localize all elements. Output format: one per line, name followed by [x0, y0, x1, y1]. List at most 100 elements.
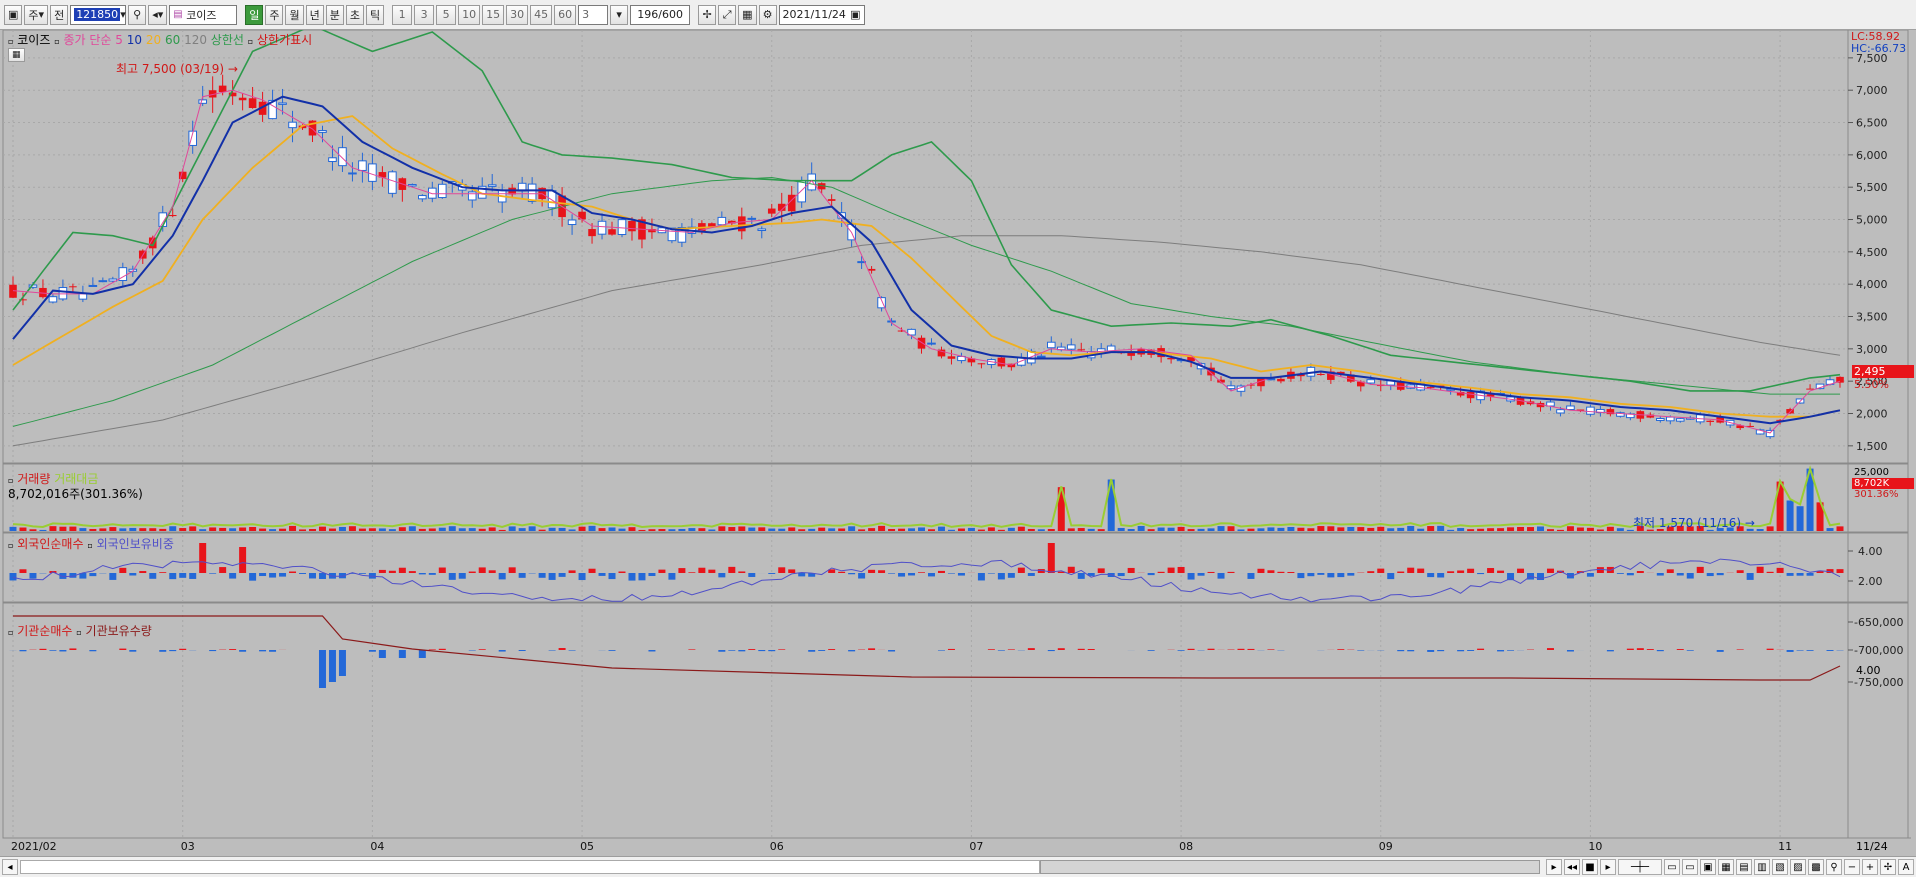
interval-30-button[interactable]: 30	[506, 4, 529, 25]
candle-body	[1426, 387, 1435, 389]
trend-tool-icon[interactable]: ⤢	[718, 4, 737, 25]
settings-icon[interactable]: ⚙	[758, 4, 777, 25]
layout-a-icon[interactable]: ▭	[1664, 859, 1680, 875]
calendar-icon[interactable]: ▣	[850, 8, 860, 21]
crosshair-icon[interactable]: ✢	[698, 4, 717, 25]
volume-bar	[1586, 527, 1594, 531]
upper-band-line	[12, 30, 1841, 392]
zoom-in-icon[interactable]: +	[1862, 859, 1878, 875]
indicator-menu-icon[interactable]: ▦	[8, 48, 25, 62]
period-tick-button[interactable]: 틱	[365, 4, 385, 25]
chart-canvas[interactable]: 2021/02 03 04 05 06 07 08 09 10 117,5007,0006,500…	[0, 30, 1916, 868]
zoom-slider-icon[interactable]: ─┼─	[1618, 859, 1662, 875]
chart-layout-icon[interactable]: ▣	[4, 4, 23, 25]
volume-bar	[139, 528, 147, 531]
view-count-field[interactable]: 196/600	[630, 4, 691, 25]
foreign-net-bar	[318, 573, 326, 579]
prev-stock-icon[interactable]: ◂▾	[148, 4, 168, 25]
volume-bar	[229, 528, 237, 531]
inst-net-bar	[1646, 649, 1654, 650]
layout-g-icon[interactable]: ▧	[1772, 859, 1788, 875]
interval-60-button[interactable]: 60	[554, 4, 577, 25]
interval-1-button[interactable]: 1	[392, 4, 413, 25]
volume-bar	[1287, 526, 1295, 531]
candle-body	[69, 286, 77, 288]
foreign-net-bar	[1397, 571, 1405, 573]
interval-45-button[interactable]: 45	[530, 4, 553, 25]
date-input[interactable]: 2021/11/24 ▣	[778, 4, 865, 25]
foreign-net-bar	[738, 571, 746, 573]
volume-bar	[249, 526, 257, 531]
candle-body	[198, 99, 207, 104]
price-y-tick: 5,500	[1856, 181, 1888, 194]
foreign-net-bar	[1067, 566, 1075, 573]
volume-bar	[1546, 529, 1554, 531]
search-icon[interactable]: ⚲	[128, 4, 147, 25]
move-icon[interactable]: ✢	[1880, 859, 1896, 875]
interval-10-button[interactable]: 10	[458, 4, 481, 25]
save-icon[interactable]: ▦	[738, 4, 757, 25]
layout-i-icon[interactable]: ▩	[1808, 859, 1824, 875]
volume-bar	[1147, 529, 1155, 531]
price-y-tick: 3,000	[1856, 343, 1888, 356]
candle-body	[328, 157, 337, 162]
period-week-button[interactable]: 주	[265, 4, 284, 25]
period-second-button[interactable]: 초	[345, 4, 364, 25]
period-month-button[interactable]: 월	[285, 4, 304, 25]
period-minute-button[interactable]: 분	[325, 4, 344, 25]
layout-e-icon[interactable]: ▤	[1736, 859, 1752, 875]
zoom-search-icon[interactable]: ⚲	[1826, 859, 1842, 875]
inst-net-bar	[738, 650, 746, 652]
inst-net-bar	[748, 649, 756, 650]
foreign-net-bar	[1417, 568, 1425, 573]
volume-bar	[179, 528, 187, 531]
chart-mode-select[interactable]: 전	[50, 4, 69, 25]
foreign-net-bar	[1177, 566, 1185, 573]
step-back-icon[interactable]: ◂◂	[1564, 859, 1580, 875]
foreign-net-bar	[1517, 568, 1525, 573]
stop-icon[interactable]: ■	[1582, 859, 1598, 875]
inst-net-bar	[937, 650, 945, 651]
volume-bar	[1167, 527, 1175, 531]
interval-5-button[interactable]: 5	[436, 4, 457, 25]
chart-area[interactable]: 2021/02 03 04 05 06 07 08 09 10 11 7,500 7,000 6,500…	[0, 30, 1916, 868]
scroll-right-icon[interactable]: ▸	[1546, 859, 1562, 875]
interval-dropdown-icon[interactable]: ▾	[610, 4, 629, 25]
font-size-icon[interactable]: A	[1898, 859, 1914, 875]
zoom-out-icon[interactable]: −	[1844, 859, 1860, 875]
inst-net-bar	[368, 650, 376, 652]
period-day-button[interactable]: 일	[245, 4, 264, 25]
layout-c-icon[interactable]: ▣	[1700, 859, 1716, 875]
volume-bar	[378, 528, 386, 531]
foreign-net-bar	[937, 570, 945, 573]
layout-d-icon[interactable]: ▦	[1718, 859, 1734, 875]
scroll-track[interactable]	[20, 860, 1040, 874]
period-select[interactable]: 주 ▾	[24, 4, 49, 25]
volume-bar	[1017, 526, 1025, 531]
volume-bar	[239, 527, 247, 531]
layout-h-icon[interactable]: ▨	[1790, 859, 1806, 875]
layout-f-icon[interactable]: ▥	[1754, 859, 1770, 875]
scroll-left-icon[interactable]: ◂	[2, 859, 18, 875]
foreign-net-bar	[1457, 570, 1465, 573]
foreign-net-bar	[1027, 573, 1035, 576]
horizontal-scrollbar[interactable]: ◂ ▸ ◂◂ ■ ▸ ─┼─ ▭ ▭ ▣ ▦ ▤ ▥ ▧ ▨ ▩ ⚲ − + ✢…	[0, 856, 1916, 877]
foreign-net-bar	[1756, 566, 1764, 573]
volume-bar	[1457, 528, 1465, 531]
legend-marker-icon: ▫	[247, 37, 254, 46]
stock-code-input[interactable]: 121850 ▾	[70, 4, 127, 25]
inst-net-bar	[1716, 650, 1724, 652]
volume-bar	[608, 527, 616, 531]
candle-body	[917, 337, 926, 349]
period-year-button[interactable]: 년	[305, 4, 324, 25]
volume-bar	[9, 526, 17, 531]
interval-input[interactable]: 3	[578, 4, 609, 25]
candle-body	[288, 121, 297, 129]
scroll-thumb[interactable]	[1040, 860, 1540, 874]
step-forward-icon[interactable]: ▸	[1600, 859, 1616, 875]
interval-3-button[interactable]: 3	[414, 4, 435, 25]
interval-15-button[interactable]: 15	[482, 4, 505, 25]
layout-b-icon[interactable]: ▭	[1682, 859, 1698, 875]
volume-bar	[49, 526, 57, 531]
stock-name-field[interactable]: ▤ 코이즈	[169, 4, 238, 25]
